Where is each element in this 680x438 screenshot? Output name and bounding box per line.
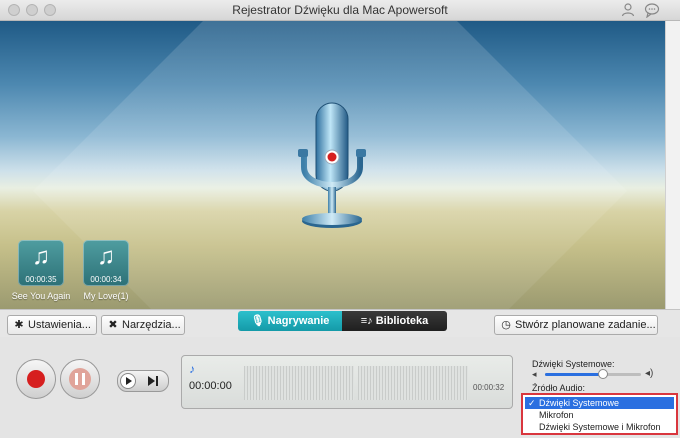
music-note-icon: ♫: [97, 243, 115, 270]
volume-low-icon: ◂: [532, 369, 537, 379]
audio-source-option-microphone[interactable]: Mikrofon: [525, 409, 674, 421]
skip-bar: [156, 376, 158, 386]
schedule-task-button[interactable]: ◷ Stwórz planowane zadanie...: [494, 315, 658, 335]
record-dot-icon: [27, 370, 45, 388]
audio-source-option-system[interactable]: ✓ Dźwięki Systemowe: [525, 397, 674, 409]
volume-fill: [545, 373, 603, 376]
waveform-right: [358, 366, 468, 400]
tools-icon: ✖: [108, 319, 118, 331]
pause-icon: [69, 368, 91, 390]
hero-banner: ♫ 00:00:35 See You Again ♫ 00:00:34 My L…: [0, 21, 665, 309]
music-note-icon: ♪: [189, 362, 195, 376]
record-button[interactable]: [16, 359, 56, 399]
playback-controls: [117, 370, 169, 392]
chat-icon[interactable]: [644, 2, 660, 18]
skip-next-icon[interactable]: [148, 376, 155, 386]
volume-high-icon: ◂): [645, 368, 654, 379]
gear-icon: ✱: [14, 319, 24, 331]
recording-name[interactable]: My Love(1): [61, 291, 151, 301]
window-title: Rejestrator Dźwięku dla Mac Apowersoft: [232, 3, 448, 17]
recording-tile[interactable]: ♫ 00:00:34: [83, 240, 129, 286]
microphone-icon: [298, 102, 366, 228]
user-icon[interactable]: [620, 2, 636, 18]
recording-tile[interactable]: ♫ 00:00:35: [18, 240, 64, 286]
volume-knob[interactable]: [597, 369, 608, 379]
title-bar: Rejestrator Dźwięku dla Mac Apowersoft: [0, 0, 680, 21]
recording-duration: 00:00:34: [90, 275, 122, 284]
tools-button[interactable]: ✖ Narzędzia...: [101, 315, 185, 335]
current-time: 00:00:00: [189, 380, 232, 392]
tab-recording[interactable]: 🎙︎ Nagrywanie: [238, 311, 342, 331]
play-icon: [126, 377, 132, 385]
waveform-left: [244, 366, 354, 400]
playlist-icon: ≡♪: [360, 315, 373, 327]
play-button[interactable]: [120, 373, 136, 389]
total-time: 00:00:32: [473, 383, 505, 392]
microphone-small-icon: 🎙︎: [250, 315, 265, 327]
settings-button[interactable]: ✱ Ustawienia...: [7, 315, 97, 335]
music-note-icon: ♫: [32, 243, 50, 270]
tab-library[interactable]: ≡♪ Biblioteka: [342, 311, 447, 331]
volume-label: Dźwięki Systemowe:: [532, 359, 615, 369]
audio-source-dropdown: ✓ Dźwięki Systemowe Mikrofon Dźwięki Syst…: [521, 393, 678, 435]
recording-duration: 00:00:35: [25, 275, 57, 284]
audio-source-option-both[interactable]: Dźwięki Systemowe i Mikrofon: [525, 421, 674, 433]
clock-icon: ◷: [501, 319, 511, 331]
audio-source-label: Źródło Audio:: [532, 383, 586, 393]
scrollbar[interactable]: [665, 21, 680, 309]
volume-slider[interactable]: [545, 369, 641, 379]
pause-button[interactable]: [60, 359, 100, 399]
waveform-display: ♪ 00:00:00 00:00:32: [181, 355, 513, 409]
view-tabs: 🎙︎ Nagrywanie ≡♪ Biblioteka: [238, 311, 447, 331]
checkmark-icon: ✓: [528, 398, 536, 408]
